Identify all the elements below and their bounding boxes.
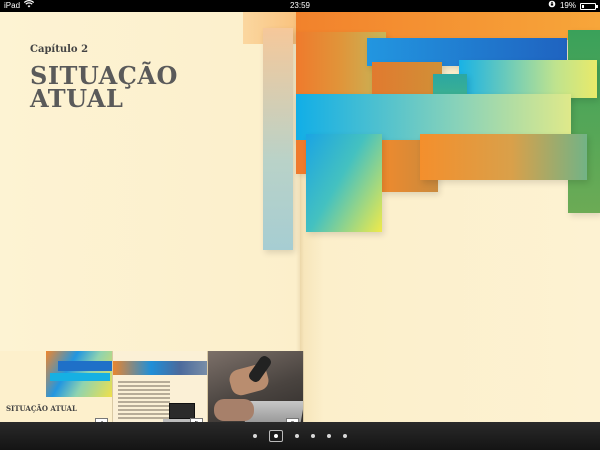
page-dot[interactable] [327, 434, 331, 438]
status-bar: iPad 23:59 19% [0, 0, 600, 12]
book-spread[interactable]: Capítulo 2 SITUAÇÃO ATUAL SITUAÇÃO ATUAL… [0, 12, 600, 434]
page-dot[interactable] [295, 434, 299, 438]
battery-percent: 19% [559, 1, 576, 10]
page-indicator [0, 422, 600, 450]
page-dot[interactable] [311, 434, 315, 438]
page-dot[interactable] [253, 434, 257, 438]
thumbnail-title: SITUAÇÃO ATUAL [6, 404, 77, 413]
page-dot[interactable] [343, 434, 347, 438]
page-dot[interactable] [269, 430, 283, 442]
page-dot-active-icon [274, 434, 278, 438]
status-time: 23:59 [289, 1, 311, 10]
lock-rotation-icon [548, 0, 556, 12]
battery-icon [580, 2, 598, 10]
